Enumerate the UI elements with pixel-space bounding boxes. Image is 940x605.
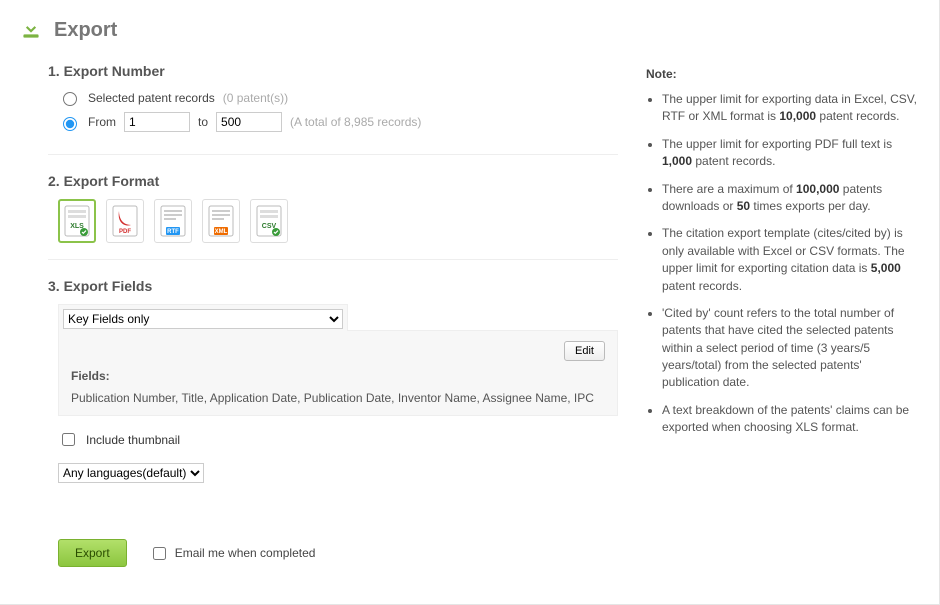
page-title: Export	[54, 19, 117, 42]
format-list: XLS PDF RTF XML CSV	[58, 199, 618, 243]
format-rtf[interactable]: RTF	[154, 199, 192, 243]
email-label: Email me when completed	[175, 546, 316, 560]
radio-from-to[interactable]	[63, 117, 77, 131]
email-checkbox[interactable]	[153, 547, 166, 560]
note-item: 'Cited by' count refers to the total num…	[662, 305, 921, 392]
export-button[interactable]: Export	[58, 539, 127, 567]
note-item: The upper limit for exporting data in Ex…	[662, 91, 921, 126]
to-label: to	[198, 115, 208, 129]
notes-list: The upper limit for exporting data in Ex…	[646, 91, 921, 437]
note-item: The citation export template (cites/cite…	[662, 225, 921, 295]
svg-text:RTF: RTF	[167, 229, 179, 235]
from-input[interactable]	[124, 112, 190, 132]
format-xml[interactable]: XML	[202, 199, 240, 243]
from-label: From	[88, 115, 116, 129]
selected-count: (0 patent(s))	[223, 91, 288, 105]
to-input[interactable]	[216, 112, 282, 132]
fields-label: Fields:	[71, 369, 605, 383]
note-item: A text breakdown of the patents' claims …	[662, 402, 921, 437]
format-xls[interactable]: XLS	[58, 199, 96, 243]
radio-selected-label: Selected patent records	[88, 91, 215, 105]
notes-title: Note:	[646, 67, 921, 81]
language-select[interactable]: Any languages(default)	[58, 463, 204, 483]
edit-fields-button[interactable]: Edit	[564, 341, 605, 361]
svg-text:XML: XML	[215, 229, 228, 235]
svg-text:PDF: PDF	[119, 229, 131, 235]
note-item: The upper limit for exporting PDF full t…	[662, 136, 921, 171]
fields-select[interactable]: Key Fields only	[63, 309, 343, 329]
section2-title: 2. Export Format	[48, 173, 618, 189]
download-icon	[18, 16, 44, 45]
section1-title: 1. Export Number	[48, 63, 618, 79]
include-thumbnail-label: Include thumbnail	[86, 433, 180, 447]
note-item: There are a maximum of 100,000 patents d…	[662, 181, 921, 216]
radio-selected-records[interactable]	[63, 92, 77, 106]
total-records: (A total of 8,985 records)	[290, 115, 421, 129]
include-thumbnail-checkbox[interactable]	[62, 433, 75, 446]
format-csv[interactable]: CSV	[250, 199, 288, 243]
fields-value: Publication Number, Title, Application D…	[71, 391, 605, 405]
page-header: Export	[18, 16, 921, 45]
format-pdf[interactable]: PDF	[106, 199, 144, 243]
section3-title: 3. Export Fields	[48, 278, 618, 294]
